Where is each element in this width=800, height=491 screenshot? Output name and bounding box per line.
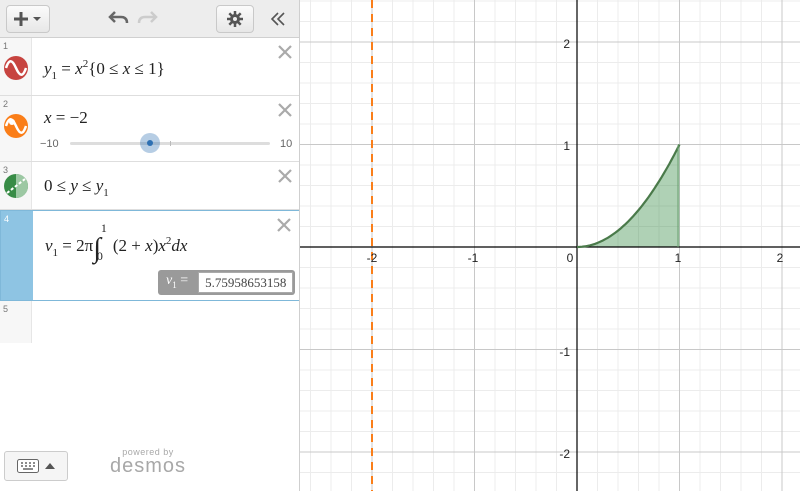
lower-limit: 0	[96, 249, 103, 263]
y-tick-label: -1	[559, 345, 570, 359]
evaluation-box: v1 = 5.75958653158	[158, 270, 296, 295]
slider-max[interactable]: 10	[280, 138, 292, 150]
expression-gutter: 5	[0, 301, 32, 343]
expression-1-math[interactable]: y1 = x2{0 ≤ x ≤ 1}	[44, 58, 165, 82]
close-icon[interactable]	[278, 45, 292, 59]
var-x: x	[75, 59, 83, 78]
integral-limits: 10	[97, 221, 113, 263]
var-x: x	[44, 108, 52, 127]
x-tick-label: -2	[367, 251, 378, 265]
expression-gutter: 1	[0, 38, 32, 95]
line-number: 2	[3, 99, 9, 109]
shaded-region	[577, 144, 680, 247]
upper-limit: 1	[100, 221, 107, 235]
var-v: v	[45, 236, 53, 255]
close-icon[interactable]	[278, 169, 292, 183]
expression-row-3[interactable]: 3 0 ≤ y ≤ y1	[0, 162, 299, 210]
inequality-icon[interactable]	[3, 173, 29, 199]
graph-paper[interactable]: -2 -1 0 1 2 2 1 -1 -2	[300, 0, 800, 491]
integrand-open: (2 +	[112, 236, 146, 255]
line-number: 5	[3, 304, 9, 314]
y-tick-label: 2	[563, 37, 570, 51]
slider-thumb-dot	[147, 140, 153, 146]
lower-bound: 0 ≤	[44, 176, 71, 195]
desmos-brand[interactable]: powered by desmos	[108, 447, 188, 478]
double-chevron-left-icon	[270, 12, 285, 26]
gear-icon	[227, 11, 243, 27]
plus-dropdown-icon	[14, 12, 41, 26]
expression-gutter: 3	[0, 162, 32, 209]
slider-play-icon[interactable]	[3, 113, 29, 139]
x-tick-label: 0	[567, 251, 574, 265]
expression-row-5[interactable]: 5	[0, 301, 299, 343]
keyboard-toggle-button[interactable]	[4, 451, 68, 481]
add-item-button[interactable]	[6, 5, 50, 33]
x-tick-label: -1	[468, 251, 479, 265]
y-tick-labels: 2 1 -1 -2	[559, 37, 570, 461]
evaluation-value: 5.75958653158	[198, 272, 294, 293]
var-y: y	[70, 176, 78, 195]
eval-equals: =	[180, 273, 189, 288]
redo-icon[interactable]	[136, 9, 158, 27]
expression-toolbar	[0, 0, 299, 38]
var-y: y	[44, 59, 52, 78]
expression-gutter: 4	[1, 211, 33, 300]
collapse-panel-button[interactable]	[262, 5, 294, 33]
var-x: x	[158, 236, 166, 255]
keyboard-icon	[17, 459, 39, 473]
slider-min[interactable]: −10	[40, 138, 59, 150]
expression-row-4[interactable]: 4 v1 = 2π∫ 1 0 (2 + x)x2dx v1 = 5.759586531…	[0, 210, 299, 301]
caret-up-icon	[45, 463, 55, 469]
undo-icon[interactable]	[108, 9, 130, 27]
eval-sub: 1	[172, 279, 177, 290]
minor-gridlines	[300, 0, 800, 491]
wave-icon[interactable]	[3, 55, 29, 81]
slider-value-text: = −2	[51, 108, 88, 127]
major-gridlines	[300, 0, 800, 491]
close-icon[interactable]	[277, 218, 291, 232]
x-tick-labels: -2 -1 0 1 2	[367, 251, 784, 265]
slider-tick	[170, 141, 171, 146]
desmos-app: 1 y1 = x2{0 ≤ x ≤ 1} 2 x = −2 −10 10 3 0…	[0, 0, 800, 491]
slider-track[interactable]	[70, 133, 270, 153]
y-tick-label: -2	[559, 447, 570, 461]
var-x: x	[145, 236, 153, 255]
x-tick-label: 2	[777, 251, 784, 265]
expression-row-1[interactable]: 1 y1 = x2{0 ≤ x ≤ 1}	[0, 38, 299, 96]
restriction-close: ≤ 1}	[130, 59, 165, 78]
expression-gutter: 2	[0, 96, 32, 161]
equals-2pi: = 2π	[58, 236, 94, 255]
restriction-open: {0 ≤	[88, 59, 123, 78]
settings-button[interactable]	[216, 5, 254, 33]
x-tick-label: 1	[675, 251, 682, 265]
line-number: 1	[3, 41, 9, 51]
expression-panel: 1 y1 = x2{0 ≤ x ≤ 1} 2 x = −2 −10 10 3 0…	[0, 0, 300, 491]
expression-3-math[interactable]: 0 ≤ y ≤ y1	[44, 176, 109, 199]
desmos-logo-text: desmos	[109, 455, 187, 477]
equals: =	[57, 59, 76, 78]
subscript: 1	[103, 187, 109, 199]
expression-4-math[interactable]: v1 = 2π∫ 1 0 (2 + x)x2dx	[45, 221, 188, 265]
leq: ≤	[77, 176, 96, 195]
y-tick-label: 1	[563, 139, 570, 153]
close-icon[interactable]	[278, 103, 292, 117]
slider-thumb[interactable]	[140, 133, 160, 153]
line-number: 4	[4, 214, 10, 224]
evaluation-label: v1 =	[158, 270, 196, 295]
expression-2-math[interactable]: x = −2	[44, 108, 88, 128]
expression-row-2[interactable]: 2 x = −2 −10 10	[0, 96, 299, 162]
differential: dx	[171, 236, 188, 255]
